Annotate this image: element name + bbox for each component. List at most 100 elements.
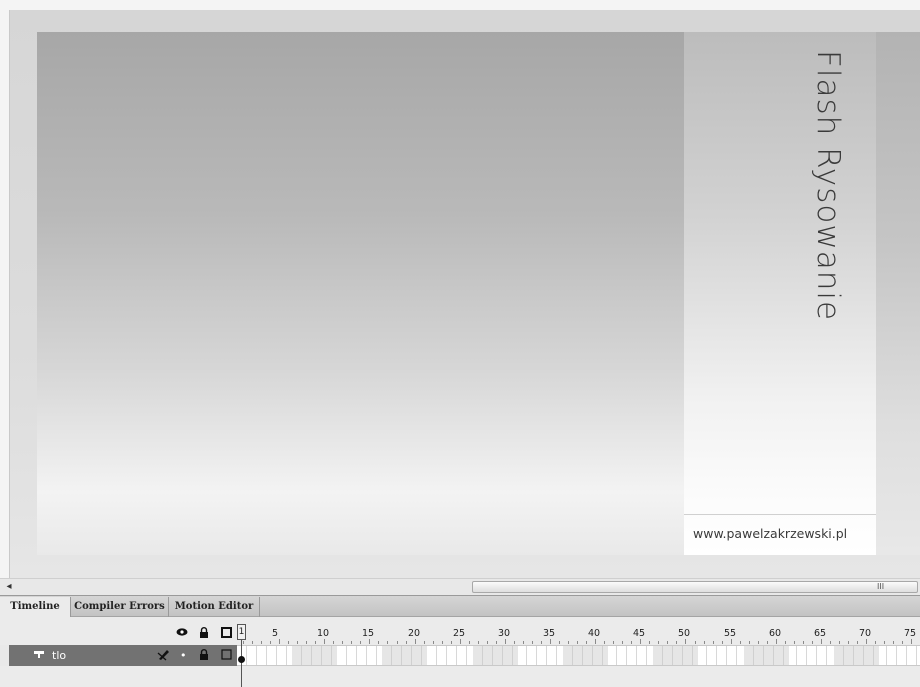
frame-group-block — [653, 646, 698, 665]
ruler-tick — [252, 641, 253, 644]
horizontal-scrollbar[interactable]: ◂ III — [0, 578, 920, 595]
ruler-tick — [496, 641, 497, 644]
ruler-tick — [433, 641, 434, 644]
ruler-label-60: 60 — [769, 628, 782, 639]
ruler-tick — [315, 641, 316, 644]
ruler-tick — [722, 641, 723, 644]
tab-motion-editor[interactable]: Motion Editor — [169, 597, 260, 617]
ruler-tick — [667, 641, 668, 644]
layer-outline-icon[interactable] — [221, 649, 232, 663]
ruler-label-75: 75 — [904, 628, 917, 639]
ruler-tick — [541, 641, 542, 644]
ruler-tick — [794, 641, 795, 644]
ruler-tick — [785, 641, 786, 644]
ruler-tick — [279, 639, 280, 644]
ruler-tick — [514, 641, 515, 644]
ruler-tick — [487, 641, 488, 644]
ruler-tick — [749, 641, 750, 644]
visible-dot-icon[interactable]: • — [180, 649, 187, 662]
ruler-tick — [261, 641, 262, 644]
ruler-tick — [875, 641, 876, 644]
keyframe-icon[interactable] — [238, 656, 245, 663]
ruler-tick — [604, 641, 605, 644]
frame-group-block — [473, 646, 518, 665]
pencil-icon — [157, 647, 171, 665]
ruler-tick — [360, 641, 361, 644]
ruler-tick — [442, 641, 443, 644]
ruler-tick — [397, 641, 398, 644]
ruler-tick — [776, 639, 777, 644]
ruler-tick — [731, 639, 732, 644]
ruler-tick — [821, 639, 822, 644]
ruler-tick — [640, 639, 641, 644]
scrollbar-thumb[interactable] — [472, 581, 918, 593]
frame-group-block — [834, 646, 879, 665]
layer-list-empty-area — [0, 666, 237, 687]
ruler-tick — [451, 641, 452, 644]
playhead-line[interactable] — [241, 640, 242, 687]
side-panel-divider — [684, 514, 876, 515]
frame-group-block — [563, 646, 608, 665]
stage-url-text: www.pawelzakrzewski.pl — [693, 526, 848, 541]
ruler-tick — [803, 641, 804, 644]
ruler-tick — [469, 641, 470, 644]
ruler-tick — [704, 641, 705, 644]
ruler-tick — [848, 641, 849, 644]
ruler-tick — [685, 639, 686, 644]
ruler-tick — [649, 641, 650, 644]
ruler-tick — [478, 641, 479, 644]
outline-icon[interactable] — [221, 627, 232, 640]
ruler-tick — [740, 641, 741, 644]
scroll-left-arrow-icon[interactable]: ◂ — [3, 580, 15, 594]
ruler-tick — [713, 641, 714, 644]
ruler-tick — [306, 641, 307, 644]
ruler-tick — [523, 641, 524, 644]
tab-timeline[interactable]: Timeline — [0, 597, 71, 618]
ruler-tick — [568, 641, 569, 644]
ruler-tick — [387, 641, 388, 644]
ruler-label-25: 25 — [453, 628, 466, 639]
pasteboard-top-edge — [9, 0, 920, 10]
ruler-tick — [857, 641, 858, 644]
ruler-tick — [550, 639, 551, 644]
ruler-tick — [406, 641, 407, 644]
playhead-frame-number[interactable]: 1 — [237, 624, 246, 640]
lock-icon[interactable] — [199, 627, 209, 640]
ruler-tick — [342, 641, 343, 644]
ruler-tick — [595, 639, 596, 644]
ruler-tick — [460, 639, 461, 644]
ruler-label-55: 55 — [724, 628, 737, 639]
ruler-tick — [767, 641, 768, 644]
ruler-tick — [324, 639, 325, 644]
ruler-tick — [830, 641, 831, 644]
frames-empty-area — [237, 666, 920, 687]
ruler-label-35: 35 — [543, 628, 556, 639]
ruler-tick — [812, 641, 813, 644]
ruler-tick — [505, 639, 506, 644]
stage-offstage-strip — [876, 32, 920, 555]
layer-name[interactable]: tlo — [52, 649, 66, 662]
ruler-tick — [658, 641, 659, 644]
tab-compiler-errors[interactable]: Compiler Errors — [71, 597, 169, 617]
ruler-tick — [333, 641, 334, 644]
ruler-tick — [902, 641, 903, 644]
ruler-tick — [622, 641, 623, 644]
ruler-tick — [424, 641, 425, 644]
frame-group-block — [292, 646, 337, 665]
frame-group-block — [744, 646, 789, 665]
eye-icon[interactable] — [176, 627, 188, 639]
layer-icon — [33, 649, 45, 662]
ruler-tick — [297, 641, 298, 644]
ruler-tick — [288, 641, 289, 644]
ruler-tick — [577, 641, 578, 644]
layer-lock-icon[interactable] — [199, 649, 209, 663]
ruler-tick — [369, 639, 370, 644]
ruler-tick — [613, 641, 614, 644]
ruler-tick — [631, 641, 632, 644]
ruler-tick — [270, 641, 271, 644]
ruler-tick — [532, 641, 533, 644]
ruler-tick — [866, 639, 867, 644]
ruler-label-40: 40 — [588, 628, 601, 639]
ruler-tick — [351, 641, 352, 644]
ruler-tick — [559, 641, 560, 644]
